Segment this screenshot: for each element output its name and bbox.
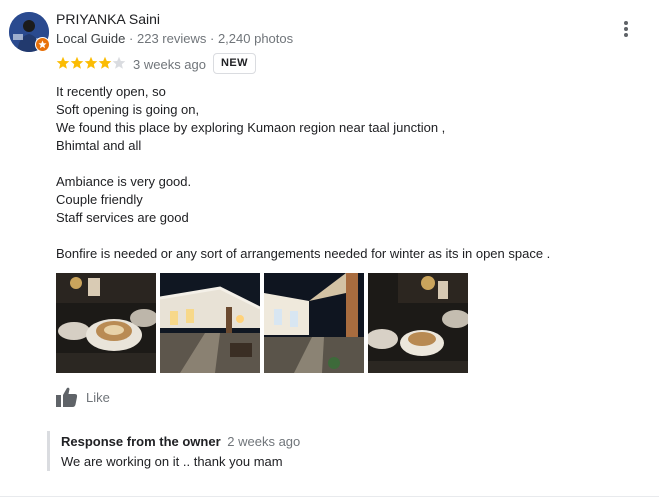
local-guide-star-icon (35, 37, 50, 52)
like-label: Like (86, 389, 110, 405)
review-photo-1[interactable] (56, 273, 156, 373)
owner-response-title: Response from the owner (61, 434, 221, 449)
local-guide-label: Local Guide (56, 31, 126, 46)
photo-count: 2,240 photos (217, 31, 294, 46)
review-line: It recently open, so (56, 84, 166, 99)
review-count: 223 reviews (136, 31, 207, 46)
star-rating (56, 56, 126, 72)
reviewer-avatar[interactable] (9, 12, 50, 52)
review-line: Soft opening is going on, (56, 102, 200, 117)
review-line: Ambiance is very good. (56, 174, 192, 189)
star-filled-icon (98, 56, 112, 69)
review-text: It recently open, so Soft opening is goin… (56, 83, 646, 263)
review-photos (56, 273, 468, 373)
review-photo-3[interactable] (264, 273, 364, 373)
review-line: Staff services are good (56, 210, 189, 225)
star-filled-icon (70, 56, 84, 69)
new-badge: NEW (213, 53, 256, 74)
owner-response-text: We are working on it .. thank you mam (61, 454, 283, 469)
meta-separator: · (209, 31, 215, 46)
review-line: We found this place by exploring Kumaon … (56, 120, 446, 135)
review-photo-2[interactable] (160, 273, 260, 373)
reviewer-name[interactable]: PRIYANKA Saini (56, 11, 160, 27)
star-filled-icon (84, 56, 98, 69)
owner-response-time: 2 weeks ago (227, 434, 301, 449)
star-filled-icon (56, 56, 70, 69)
like-button[interactable]: Like (56, 387, 110, 407)
owner-response: Response from the owner 2 weeks ago We a… (47, 431, 627, 471)
review-line: Bonfire is needed or any sort of arrange… (56, 246, 551, 261)
review-line: Bhimtal and all (56, 138, 142, 153)
more-options-icon[interactable] (618, 18, 634, 40)
star-empty-icon (112, 56, 126, 69)
review-photo-4[interactable] (368, 273, 468, 373)
divider (0, 496, 659, 497)
thumbs-up-icon (56, 387, 78, 407)
reviewer-meta: Local Guide · 223 reviews · 2,240 photos (56, 31, 293, 46)
review-line: Couple friendly (56, 192, 143, 207)
meta-separator: · (129, 31, 134, 46)
owner-response-header: Response from the owner 2 weeks ago (61, 434, 300, 449)
review-time: 3 weeks ago (133, 57, 206, 72)
